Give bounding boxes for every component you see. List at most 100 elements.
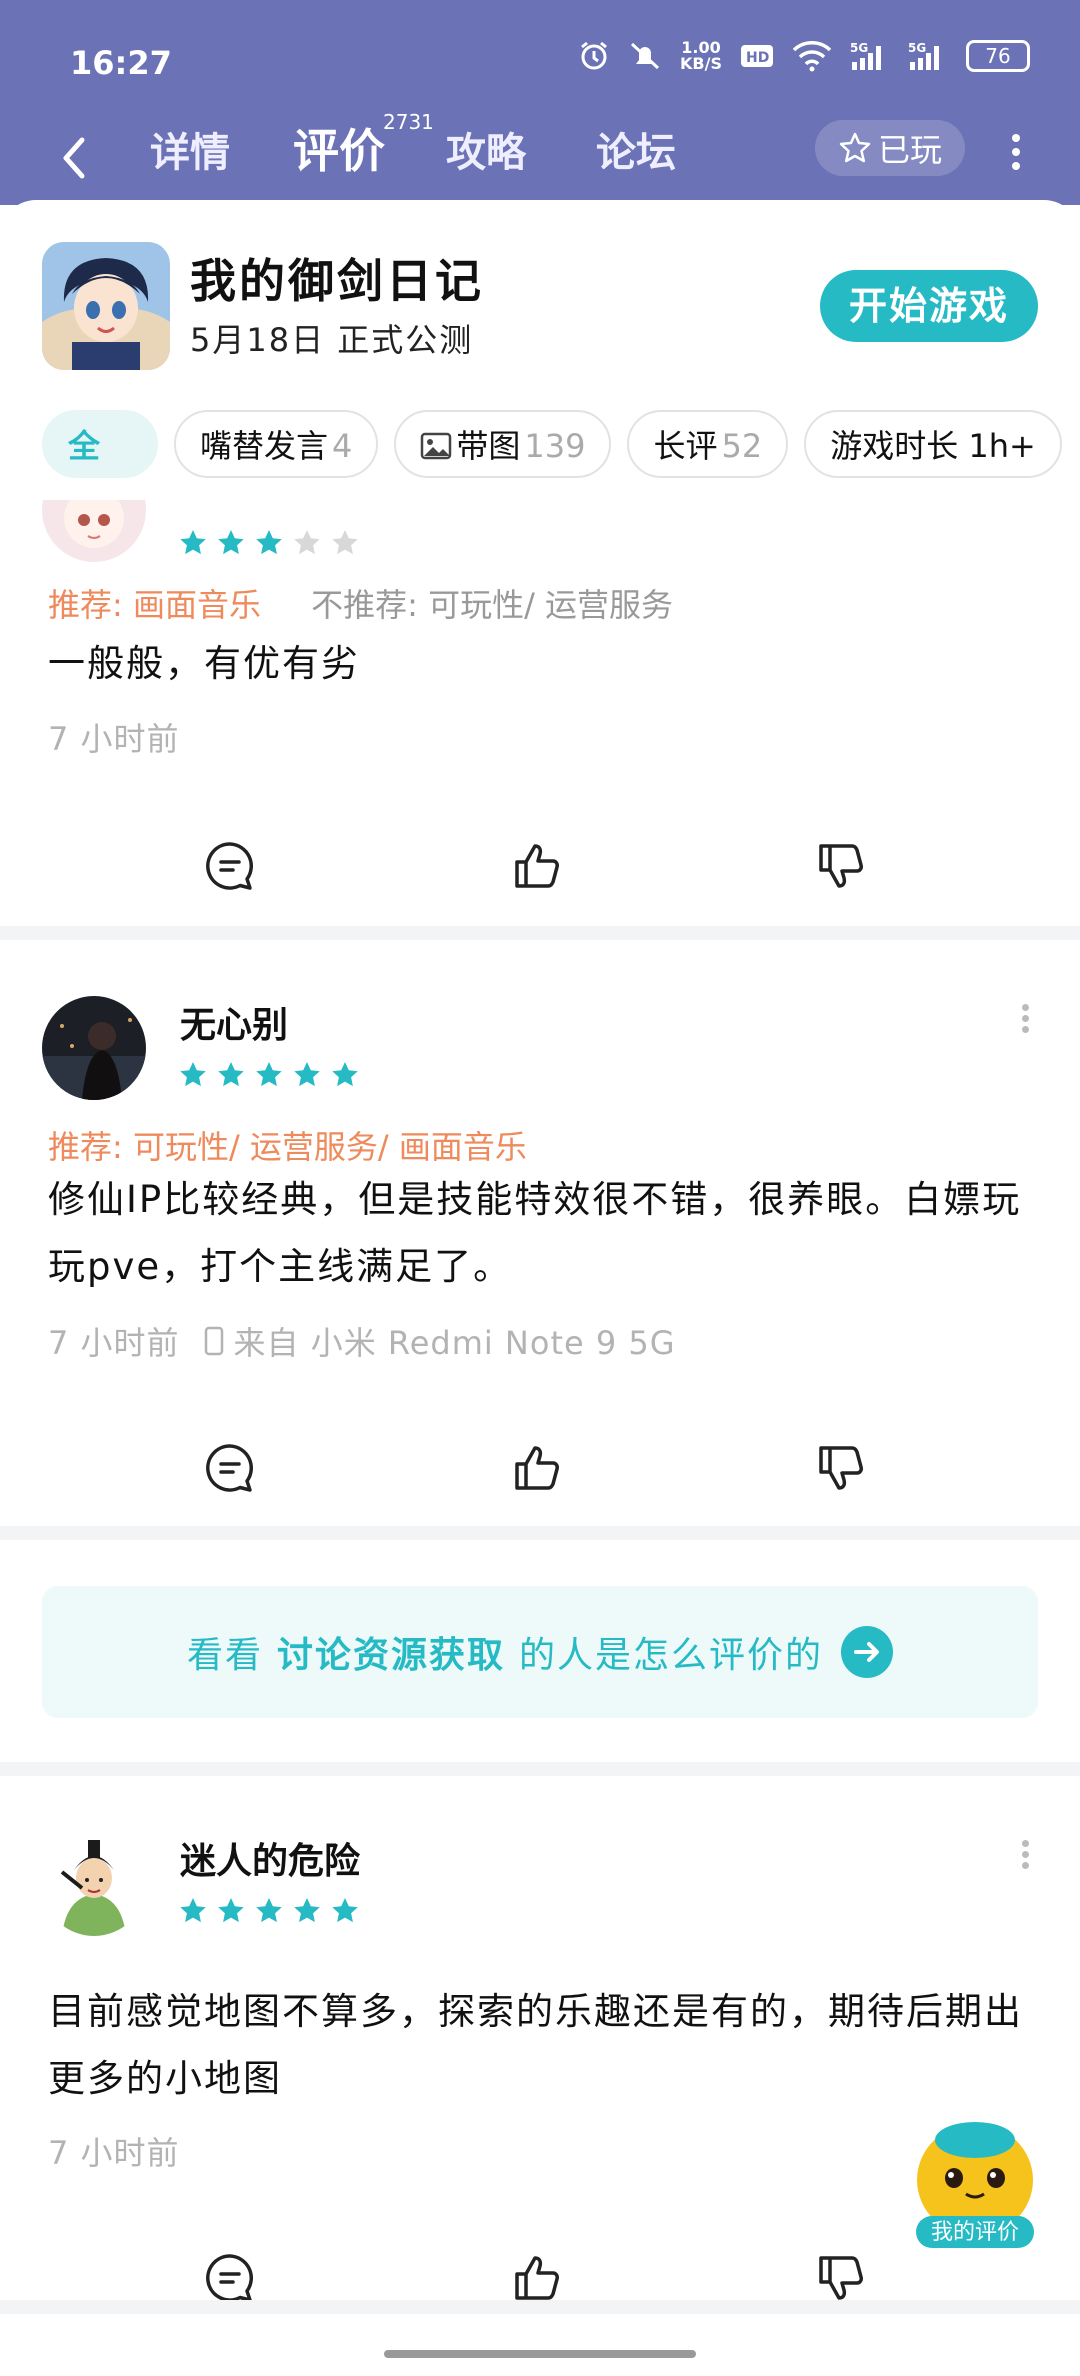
tab-forum[interactable]: 论坛 [596, 120, 676, 178]
tab-guides[interactable]: 攻略 [446, 120, 526, 178]
nav-bar: 详情 评价 2731 攻略 论坛 已玩 [0, 110, 1080, 205]
tab-reviews[interactable]: 评价 [293, 115, 385, 181]
filter-chips: 全嘴替发言 4 带图 139 长评 52 游戏时长 1h+ [42, 410, 1080, 482]
tab-details[interactable]: 详情 [150, 120, 230, 178]
filter-with-images[interactable]: 带图 139 [394, 410, 612, 478]
thumbs-down-icon[interactable] [815, 838, 871, 894]
review-time: 7 小时前 [48, 2134, 180, 2172]
start-game-button[interactable]: 开始游戏 [820, 270, 1038, 342]
banner-highlight: 讨论资源获取 [276, 1635, 505, 1676]
star-filled-icon [256, 1062, 282, 1087]
filter-playtime[interactable]: 游戏时长 1h+ [804, 410, 1062, 478]
game-icon[interactable] [42, 242, 170, 370]
mute-icon [631, 42, 660, 70]
star-filled-icon [180, 1898, 206, 1923]
divider [0, 1762, 1080, 1776]
review-time: 7 小时前 [48, 1324, 180, 1362]
avatar[interactable] [42, 996, 146, 1100]
review-more-icon[interactable] [1022, 1000, 1030, 1037]
comment-icon[interactable] [202, 838, 258, 894]
review-text[interactable]: 修仙IP比较经典，但是技能特效很不错，很养眼。白嫖玩玩pve，打个主线满足了。 [48, 1166, 1028, 1300]
user-name[interactable]: 迷人的危险 [180, 1832, 360, 1884]
back-arrow-icon[interactable] [54, 128, 94, 188]
arrow-right-icon [841, 1626, 894, 1678]
star-filled-icon [294, 1898, 320, 1923]
review-text[interactable]: 一般般，有优有劣 [48, 630, 1028, 697]
thumbs-up-icon[interactable] [511, 2250, 567, 2306]
user-name[interactable]: 无心别 [180, 996, 288, 1048]
star-filled-icon [332, 1062, 358, 1087]
thumbs-down-icon[interactable] [815, 1440, 871, 1496]
review-more-icon[interactable] [1022, 1836, 1030, 1873]
comment-icon[interactable] [202, 2250, 258, 2306]
star-outline-icon [839, 132, 871, 163]
tab-reviews-count: 2731 [383, 110, 434, 134]
review-tags: 推荐: 可玩性/ 运营服务/ 画面音乐 [48, 1122, 527, 1168]
battery-indicator: 76 [966, 40, 1030, 72]
my-review-label: 我的评价 [930, 2220, 1019, 2245]
star-filled-icon [294, 1062, 320, 1087]
filter-long-reviews[interactable]: 长评 52 [627, 410, 789, 478]
game-release-info: 5月18日 正式公测 [190, 321, 474, 359]
divider [0, 1526, 1080, 1540]
wifi-icon [792, 41, 832, 72]
review-text[interactable]: 目前感觉地图不算多，探索的乐趣还是有的，期待后期出更多的小地图 [48, 1978, 1028, 2112]
status-icons: 1.00 KB/S HD 5G 5G 76 [578, 40, 1030, 72]
star-filled-icon [218, 1898, 244, 1923]
status-bar: 16:27 1.00 KB/S HD 5G 5G 76 [0, 0, 1080, 110]
svg-text:5G: 5G [850, 41, 868, 55]
net-speed: 1.00 KB/S [680, 38, 722, 73]
review-meta: 7 小时前 [48, 2128, 180, 2174]
avatar[interactable] [42, 1832, 146, 1936]
thumbs-up-icon[interactable] [511, 838, 567, 894]
avatar[interactable] [42, 500, 146, 562]
review-list[interactable]: 推荐: 画面音乐 不推荐: 可玩性/ 运营服务 一般般，有优有劣 7 小时前 无… [0, 500, 1080, 2376]
review-tags: 推荐: 画面音乐 不推荐: 可玩性/ 运营服务 [48, 580, 673, 626]
divider [0, 2300, 1080, 2314]
recommend-tag: 推荐: 画面音乐 [48, 586, 261, 624]
review-device: 来自 小米 Redmi Note 9 5G [233, 1324, 676, 1362]
review-actions [0, 838, 1080, 898]
played-label: 已玩 [877, 131, 942, 169]
star-empty-icon [294, 530, 320, 555]
hd-icon: HD [741, 45, 773, 67]
phone-icon [204, 1326, 223, 1356]
divider [0, 926, 1080, 940]
status-time: 16:27 [70, 44, 172, 82]
banner-prefix: 看看 [186, 1635, 263, 1676]
filter-all[interactable]: 全 [42, 410, 158, 478]
image-icon [421, 432, 452, 460]
played-button[interactable]: 已玩 [815, 120, 965, 176]
star-filled-icon [218, 1062, 244, 1087]
rating-stars [178, 1060, 360, 1090]
game-title: 我的御剑日记 [190, 254, 484, 308]
star-empty-icon [332, 530, 358, 555]
svg-text:5G: 5G [908, 41, 926, 55]
header: 16:27 1.00 KB/S HD 5G 5G 76 详情 评价 2731 攻略… [0, 0, 1080, 205]
star-filled-icon [180, 1062, 206, 1087]
recommend-tag: 推荐: 可玩性/ 运营服务/ 画面音乐 [48, 1128, 527, 1166]
signal-5g-icon: 5G [850, 41, 881, 70]
rating-stars [178, 1896, 360, 1926]
comment-icon[interactable] [202, 1440, 258, 1496]
star-filled-icon [256, 530, 282, 555]
thumbs-up-icon[interactable] [511, 1440, 567, 1496]
filter-quotes[interactable]: 嘴替发言 4 [174, 410, 379, 478]
review-meta: 7 小时前 [48, 714, 180, 760]
star-filled-icon [180, 530, 206, 555]
banner-suffix: 的人是怎么评价的 [519, 1635, 824, 1676]
gesture-bar[interactable] [384, 2350, 696, 2358]
thumbs-down-icon[interactable] [815, 2250, 871, 2306]
review-meta: 7 小时前 来自 小米 Redmi Note 9 5G [48, 1318, 676, 1364]
alarm-icon [581, 41, 607, 70]
discussion-banner[interactable]: 看看 讨论资源获取 的人是怎么评价的 [42, 1586, 1038, 1718]
review-actions [0, 1440, 1080, 1500]
not-recommend-tag: 不推荐: 可玩性/ 运营服务 [311, 586, 674, 624]
review-time: 7 小时前 [48, 720, 180, 758]
rating-stars [178, 528, 360, 558]
svg-text:HD: HD [746, 50, 769, 66]
star-filled-icon [218, 530, 244, 555]
signal-5g-icon-2: 5G [908, 41, 939, 70]
my-review-button[interactable]: 我的评价 [910, 2120, 1040, 2250]
more-options-icon[interactable] [1012, 128, 1022, 176]
